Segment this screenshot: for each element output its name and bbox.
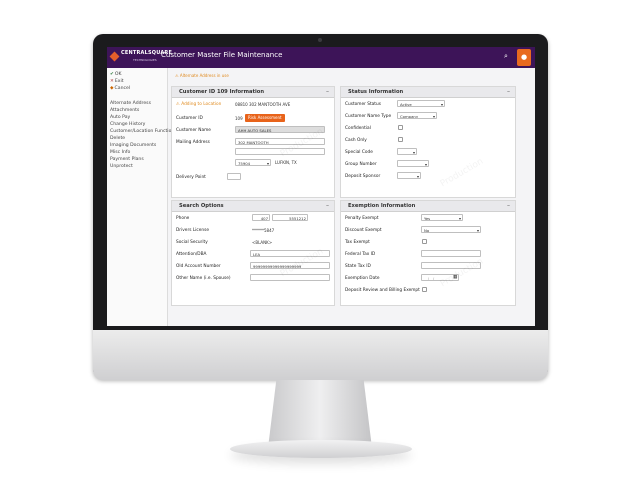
cancel-icon: ◆	[110, 86, 114, 91]
app-screen: CENTRALSQUARE TECHNOLOGIES Customer Mast…	[107, 47, 535, 326]
deposit-sponsor-select[interactable]	[397, 172, 421, 179]
monitor-stand	[268, 380, 372, 448]
zip-select[interactable]: 75904	[235, 159, 271, 166]
ssn-value: <BLANK>	[252, 240, 273, 245]
special-code-label: Special Code	[345, 150, 373, 155]
sidebar-item-alternate-address[interactable]: Alternate Address	[110, 101, 151, 106]
phone-area-field[interactable]: 407	[252, 214, 270, 221]
search-icon[interactable]: ⌕	[504, 52, 508, 61]
tax-exempt-label: Tax Exempt	[345, 240, 370, 245]
mailing-address-label: Mailing Address	[176, 140, 210, 145]
customer-status-select[interactable]: Active	[397, 100, 445, 107]
exemption-info-panel: Exemption Information – Penalty Exempt Ye…	[340, 200, 516, 306]
sidebar-item-unprotect[interactable]: Unprotect	[110, 164, 133, 169]
warning-message: ⚠ Alternate Address in use	[175, 73, 229, 78]
penalty-exempt-label: Penalty Exempt	[345, 216, 379, 221]
drivers-license-value: ******5847	[252, 228, 275, 233]
sidebar-item-attachments[interactable]: Attachments	[110, 108, 139, 113]
federal-tax-field[interactable]	[421, 250, 481, 257]
user-icon: ●	[520, 53, 528, 61]
group-number-select[interactable]	[397, 160, 429, 167]
other-name-label: Other Name (i.e. Spouse)	[176, 276, 231, 281]
penalty-exempt-select[interactable]: Yes	[421, 214, 463, 221]
collapse-icon[interactable]: –	[326, 202, 329, 209]
status-info-panel: Status Information – Customer Status Acti…	[340, 86, 516, 198]
ssn-label: Social Security	[176, 240, 208, 245]
customer-id-label: Customer ID	[176, 116, 203, 121]
sidebar-item-change-history[interactable]: Change History	[110, 122, 145, 127]
deposit-sponsor-label: Deposit Sponsor	[345, 174, 381, 179]
sidebar-item-imaging-documents[interactable]: Imaging Documents	[110, 143, 156, 148]
name-type-select[interactable]: Company	[397, 112, 437, 119]
confidential-label: Confidential	[345, 126, 371, 131]
special-code-select[interactable]	[397, 148, 417, 155]
sidebar-item-customer-location[interactable]: Customer/Location Functio...	[110, 129, 176, 134]
discount-exempt-label: Discount Exempt	[345, 228, 382, 233]
user-menu-button[interactable]: ●	[517, 49, 531, 66]
check-icon: ✔	[110, 72, 114, 77]
deposit-review-label: Deposit Review and Billing Exempt	[345, 288, 420, 293]
federal-tax-label: Federal Tax ID	[345, 252, 376, 257]
sidebar: ✔OK ✕Exit ◆Cancel Alternate Address Atta…	[107, 68, 176, 326]
customer-status-label: Customer Status	[345, 102, 381, 107]
discount-exempt-select[interactable]: No	[421, 226, 481, 233]
customer-name-label: Customer Name	[176, 128, 211, 133]
collapse-icon[interactable]: –	[326, 88, 329, 95]
name-type-label: Customer Name Type	[345, 114, 392, 119]
camera-dot	[318, 38, 322, 42]
phone-number-field[interactable]: 5551212	[272, 214, 308, 221]
page-title: Customer Master File Maintenance	[161, 51, 283, 59]
phone-label: Phone	[176, 216, 190, 221]
location-value: 08810 302 MANTOOTH AVE	[235, 102, 291, 107]
confidential-checkbox[interactable]	[398, 125, 403, 130]
cash-only-label: Cash Only	[345, 138, 367, 143]
brand-logo-icon	[109, 51, 120, 62]
city-value: LUFKIN, TX	[275, 160, 297, 165]
monitor-chin	[93, 330, 548, 380]
search-panel-title: Search Options	[179, 203, 224, 209]
customer-panel-title: Customer ID 109 Information	[179, 89, 265, 95]
main-content: ⚠ Alternate Address in use Customer ID 1…	[168, 68, 535, 326]
sidebar-item-auto-pay[interactable]: Auto Pay	[110, 115, 130, 120]
delivery-point-field[interactable]	[227, 173, 241, 180]
sidebar-action-ok[interactable]: ✔OK	[110, 72, 122, 77]
old-account-label: Old Account Number	[176, 264, 221, 269]
sidebar-action-cancel[interactable]: ◆Cancel	[110, 86, 130, 91]
sidebar-item-payment-plans[interactable]: Payment Plans	[110, 157, 144, 162]
exit-icon: ✕	[110, 79, 114, 84]
state-tax-label: State Tax ID	[345, 264, 371, 269]
monitor-base	[230, 440, 412, 458]
attention-label: Attention/DBA	[176, 252, 207, 257]
group-number-label: Group Number	[345, 162, 377, 167]
collapse-icon[interactable]: –	[507, 202, 510, 209]
exemption-panel-title: Exemption Information	[348, 203, 416, 209]
cash-only-checkbox[interactable]	[398, 137, 403, 142]
drivers-license-label: Drivers License	[176, 228, 210, 233]
tax-exempt-checkbox[interactable]	[422, 239, 427, 244]
brand-subtitle: TECHNOLOGIES	[133, 58, 157, 62]
customer-id-value: 109	[235, 116, 243, 121]
delivery-point-label: Delivery Point	[176, 175, 206, 180]
status-panel-title: Status Information	[348, 89, 404, 95]
adding-location-label: ⚠ Adding to Location	[176, 102, 222, 107]
deposit-review-checkbox[interactable]	[422, 287, 427, 292]
exemption-date-label: Exemption Date	[345, 276, 380, 281]
risk-assessment-button[interactable]: Risk Assessment	[245, 114, 285, 122]
sidebar-item-delete[interactable]: Delete	[110, 136, 125, 141]
sidebar-item-misc-info[interactable]: Misc Info	[110, 150, 130, 155]
collapse-icon[interactable]: –	[507, 88, 510, 95]
sidebar-action-exit[interactable]: ✕Exit	[110, 79, 124, 84]
app-header: CENTRALSQUARE TECHNOLOGIES Customer Mast…	[107, 47, 535, 68]
